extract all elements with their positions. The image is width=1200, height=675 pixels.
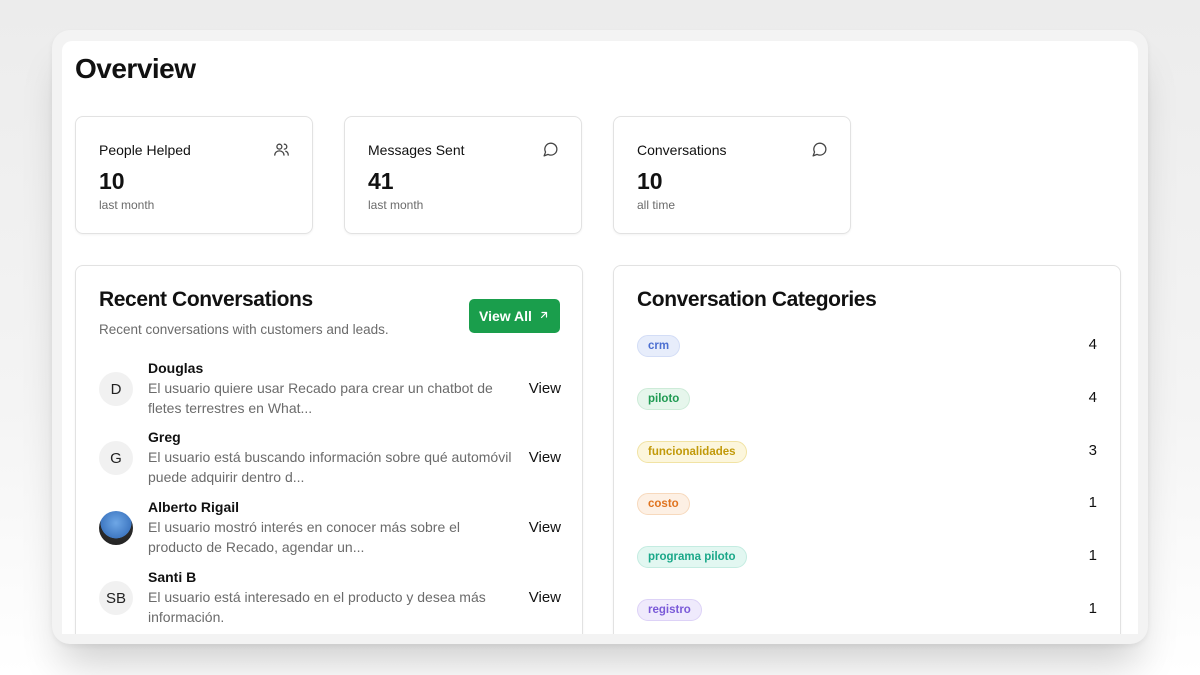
category-badge: registro bbox=[637, 599, 702, 621]
stat-value: 10 bbox=[637, 168, 663, 194]
category-count: 1 bbox=[1088, 547, 1097, 564]
category-row[interactable]: programa piloto 1 bbox=[637, 546, 1097, 568]
conversation-item[interactable]: G Greg El usuario está buscando informac… bbox=[99, 429, 561, 491]
category-count: 1 bbox=[1088, 494, 1097, 511]
conversation-preview: El usuario quiere usar Recado para crear… bbox=[148, 380, 493, 416]
stat-card-conversations: Conversations 10 all time bbox=[613, 116, 851, 234]
stat-value: 41 bbox=[368, 168, 394, 194]
arrow-up-right-icon bbox=[538, 308, 550, 324]
category-row[interactable]: crm 4 bbox=[637, 335, 1097, 357]
conversation-preview: El usuario está buscando información sob… bbox=[148, 449, 512, 485]
stat-label: Messages Sent bbox=[368, 142, 465, 158]
stat-label: Conversations bbox=[637, 142, 727, 158]
dashboard-screen: Overview People Helped 10 last month Mes… bbox=[62, 41, 1138, 634]
conversation-preview: El usuario está interesado en el product… bbox=[148, 589, 486, 625]
view-all-button[interactable]: View All bbox=[469, 299, 560, 333]
stat-label: People Helped bbox=[99, 142, 191, 158]
category-row[interactable]: funcionalidades 3 bbox=[637, 441, 1097, 463]
stat-card-people-helped: People Helped 10 last month bbox=[75, 116, 313, 234]
category-row[interactable]: costo 1 bbox=[637, 493, 1097, 515]
conversation-name: Greg bbox=[148, 429, 181, 445]
view-conversation-link[interactable]: View bbox=[529, 449, 561, 466]
category-badge: programa piloto bbox=[637, 546, 747, 568]
conversation-categories-card: Conversation Categories crm 4 piloto 4 f… bbox=[613, 265, 1121, 634]
conversation-item[interactable]: Alberto Rigail El usuario mostró interés… bbox=[99, 499, 561, 561]
view-conversation-link[interactable]: View bbox=[529, 519, 561, 536]
category-badge: costo bbox=[637, 493, 690, 515]
avatar: D bbox=[99, 372, 133, 406]
stat-period: last month bbox=[99, 198, 155, 212]
category-count: 1 bbox=[1088, 600, 1097, 617]
message-circle-icon bbox=[542, 141, 559, 158]
category-row[interactable]: piloto 4 bbox=[637, 388, 1097, 410]
category-row[interactable]: registro 1 bbox=[637, 599, 1097, 621]
avatar: G bbox=[99, 441, 133, 475]
category-count: 4 bbox=[1088, 336, 1097, 353]
view-conversation-link[interactable]: View bbox=[529, 380, 561, 397]
avatar: SB bbox=[99, 581, 133, 615]
card-title: Recent Conversations bbox=[99, 288, 313, 311]
recent-conversations-card: Recent Conversations Recent conversation… bbox=[75, 265, 583, 634]
conversation-item[interactable]: SB Santi B El usuario está interesado en… bbox=[99, 569, 561, 631]
stat-value: 10 bbox=[99, 168, 125, 194]
category-count: 3 bbox=[1088, 442, 1097, 459]
view-all-label: View All bbox=[479, 308, 532, 324]
stat-card-messages-sent: Messages Sent 41 last month bbox=[344, 116, 582, 234]
card-title: Conversation Categories bbox=[637, 288, 877, 311]
category-count: 4 bbox=[1088, 389, 1097, 406]
category-badge: piloto bbox=[637, 388, 691, 410]
avatar-photo bbox=[99, 511, 133, 545]
card-description: Recent conversations with customers and … bbox=[99, 322, 389, 337]
conversation-item[interactable]: D Douglas El usuario quiere usar Recado … bbox=[99, 360, 561, 422]
view-conversation-link[interactable]: View bbox=[529, 589, 561, 606]
stat-period: all time bbox=[637, 198, 676, 212]
category-badge: funcionalidades bbox=[637, 441, 747, 463]
stat-period: last month bbox=[368, 198, 424, 212]
conversation-name: Santi B bbox=[148, 569, 197, 585]
message-circle-icon bbox=[811, 141, 828, 158]
conversation-preview: El usuario mostró interés en conocer más… bbox=[148, 519, 461, 555]
users-icon bbox=[273, 141, 290, 158]
conversation-name: Douglas bbox=[148, 360, 204, 376]
page-title: Overview bbox=[75, 53, 196, 84]
category-badge: crm bbox=[637, 335, 681, 357]
conversation-name: Alberto Rigail bbox=[148, 499, 240, 515]
